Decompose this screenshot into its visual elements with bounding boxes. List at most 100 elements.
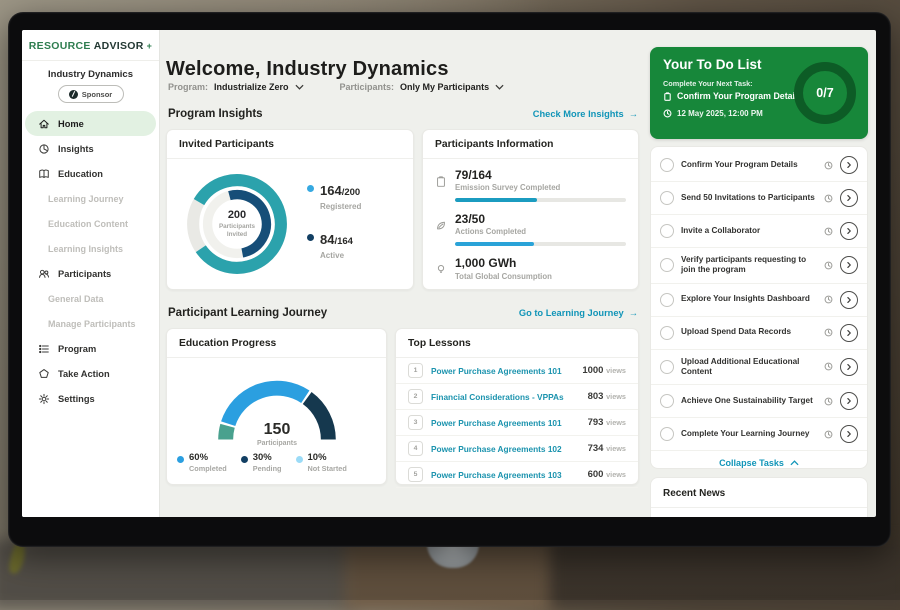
education-gauge-chart: 150 Participants [201, 363, 353, 447]
sidebar-item-learning-journey[interactable]: Learning Journey [25, 186, 156, 211]
todo-task-row[interactable]: Upload Spend Data Records [651, 317, 867, 350]
lesson-rank: 1 [408, 363, 423, 378]
sidebar: RESOURCE ADVISOR + Industry Dynamics Spo… [22, 30, 160, 517]
task-go-button[interactable] [840, 392, 858, 410]
legend-label: Completed [189, 464, 227, 473]
task-label: Upload Spend Data Records [681, 327, 817, 337]
legend-dot [307, 185, 314, 192]
lesson-views-suffix: views [606, 418, 626, 427]
todo-task-row[interactable]: Upload Additional Educational Content [651, 350, 867, 386]
lesson-views-count: 1000 [582, 365, 603, 376]
sidebar-item-program[interactable]: Program [25, 336, 156, 361]
chevron-up-icon [790, 460, 799, 466]
legend-dot [177, 456, 184, 463]
todo-task-row[interactable]: Confirm Your Program Details [651, 149, 867, 182]
survey-label: Emission Survey Completed [455, 183, 626, 192]
task-label: Invite a Collaborator [681, 226, 817, 236]
sidebar-item-take-action[interactable]: Take Action [25, 361, 156, 386]
task-checkbox[interactable] [660, 293, 674, 307]
todo-subtitle: Complete Your Next Task: [663, 79, 753, 88]
task-go-button[interactable] [840, 425, 858, 443]
clock-icon [824, 430, 833, 439]
invited-donut-chart: 200 Participants Invited [181, 168, 293, 280]
todo-task-row[interactable]: Achieve One Sustainability Target [651, 385, 867, 418]
task-checkbox[interactable] [660, 224, 674, 238]
sidebar-item-education[interactable]: Education [25, 161, 156, 186]
task-label: Explore Your Insights Dashboard [681, 294, 817, 304]
task-checkbox[interactable] [660, 158, 674, 172]
task-label: Send 50 Invitations to Participants [681, 193, 817, 203]
task-go-button[interactable] [840, 156, 858, 174]
sidebar-item-label: Education [58, 169, 103, 179]
lesson-row: 1 Power Purchase Agreements 101 1000 vie… [396, 358, 638, 384]
sponsor-badge[interactable]: Sponsor [58, 85, 124, 103]
participants-information-card: Participants Information 79/164 Emission… [422, 129, 639, 290]
collapse-tasks-link[interactable]: Collapse Tasks [651, 451, 867, 472]
sidebar-item-home[interactable]: Home [25, 111, 156, 136]
todo-task-row[interactable]: Send 50 Invitations to Participants [651, 182, 867, 215]
actions-value: 23/50 [455, 213, 626, 226]
clock-icon [824, 362, 833, 371]
task-checkbox[interactable] [660, 360, 674, 374]
sidebar-item-education-content[interactable]: Education Content [25, 211, 156, 236]
legend-value: 30% [253, 453, 282, 463]
sidebar-item-insights[interactable]: Insights [25, 136, 156, 161]
lesson-link[interactable]: Power Purchase Agreements 103 [431, 470, 580, 480]
program-filter[interactable]: Program: Industrialize Zero [168, 82, 304, 92]
top-lessons-card: Top Lessons 1 Power Purchase Agreements … [395, 328, 639, 485]
clock-icon [824, 194, 833, 203]
sidebar-item-participants[interactable]: Participants [25, 261, 156, 286]
sidebar-item-manage-participants[interactable]: Manage Participants [25, 311, 156, 336]
lesson-link[interactable]: Financial Considerations - VPPAs [431, 392, 580, 402]
lesson-link[interactable]: Power Purchase Agreements 102 [431, 444, 580, 454]
section-title: Program Insights [168, 108, 263, 120]
todo-title: Your To Do List [663, 57, 762, 72]
lesson-link[interactable]: Power Purchase Agreements 101 [431, 418, 580, 428]
check-more-insights-link[interactable]: Check More Insights → [533, 109, 638, 119]
sidebar-item-label: Participants [58, 269, 111, 279]
section-title: Participant Learning Journey [168, 307, 327, 319]
sidebar-item-learning-insights[interactable]: Learning Insights [25, 236, 156, 261]
task-checkbox[interactable] [660, 394, 674, 408]
sidebar-item-label: Settings [58, 394, 95, 404]
todo-progress-ring: 0/7 [794, 62, 856, 124]
sidebar-item-general-data[interactable]: General Data [25, 286, 156, 311]
task-go-button[interactable] [840, 358, 858, 376]
card-title: Invited Participants [167, 130, 413, 159]
task-go-button[interactable] [840, 222, 858, 240]
chevron-down-icon[interactable] [495, 84, 504, 90]
todo-task-row[interactable]: Verify participants requesting to join t… [651, 248, 867, 284]
legend-value: 84 [320, 232, 334, 247]
arrow-right-icon: → [629, 109, 638, 119]
sidebar-item-settings[interactable]: Settings [25, 386, 156, 411]
link-label: Go to Learning Journey [519, 308, 624, 318]
task-go-button[interactable] [840, 291, 858, 309]
task-checkbox[interactable] [660, 258, 674, 272]
task-checkbox[interactable] [660, 427, 674, 441]
legend-item-pending: 30% Pending [241, 453, 282, 473]
lesson-views-count: 600 [588, 469, 604, 480]
go-to-learning-journey-link[interactable]: Go to Learning Journey → [519, 308, 638, 318]
program-insights-header: Program Insights Check More Insights → [168, 108, 638, 120]
todo-task-row[interactable]: Invite a Collaborator [651, 215, 867, 248]
participants-filter[interactable]: Participants: Only My Participants [340, 82, 505, 92]
sponsor-label: Sponsor [82, 90, 112, 99]
sidebar-nav: Home Insights Education Learning Journey… [22, 111, 159, 411]
task-checkbox[interactable] [660, 191, 674, 205]
task-go-button[interactable] [840, 256, 858, 274]
legend-item-active: 84/164 Active [307, 231, 361, 260]
actions-label: Actions Completed [455, 227, 626, 236]
lesson-link[interactable]: Power Purchase Agreements 101 [431, 366, 574, 376]
sidebar-item-label: Manage Participants [48, 319, 136, 329]
info-row-consumption: 1,000 GWh Total Global Consumption [435, 257, 626, 280]
arrow-right-icon: → [629, 308, 638, 318]
task-go-button[interactable] [840, 324, 858, 342]
chevron-down-icon[interactable] [295, 84, 304, 90]
todo-task-row[interactable]: Complete Your Learning Journey [651, 418, 867, 451]
todo-task-row[interactable]: Explore Your Insights Dashboard [651, 284, 867, 317]
lesson-rank: 4 [408, 441, 423, 456]
task-go-button[interactable] [840, 189, 858, 207]
legend-item-not-started: 10% Not Started [296, 453, 347, 473]
participants-filter-value: Only My Participants [400, 82, 489, 92]
task-checkbox[interactable] [660, 326, 674, 340]
